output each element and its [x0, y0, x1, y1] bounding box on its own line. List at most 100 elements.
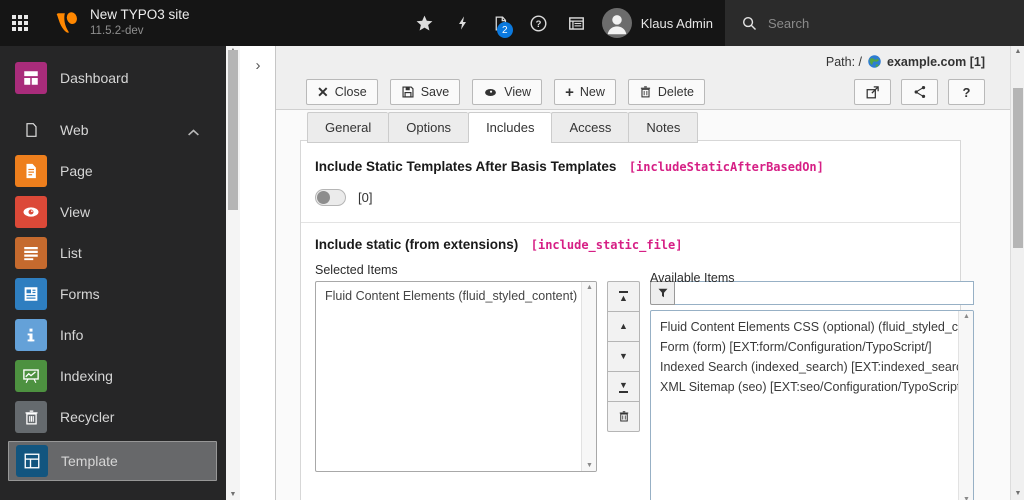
help-button[interactable]: ?: [948, 79, 985, 105]
scrollbar-thumb[interactable]: [228, 50, 238, 210]
svg-text:?: ?: [536, 18, 542, 29]
delete-button[interactable]: Delete: [627, 79, 705, 105]
list-item[interactable]: Indexed Search (indexed_search) [EXT:ind…: [651, 357, 973, 377]
move-to-top-icon: ▲: [619, 290, 628, 303]
list-item[interactable]: Form (form) [EXT:form/Configuration/Typo…: [651, 337, 973, 357]
backend-user-list-icon[interactable]: [558, 0, 596, 46]
view-button[interactable]: View: [472, 79, 543, 105]
template-icon: [16, 445, 48, 477]
save-floppy-icon: [401, 85, 415, 99]
move-to-bottom-icon: ▼: [619, 380, 628, 393]
toggle-value: [0]: [358, 190, 373, 205]
available-items-column: Available Items Fluid Content Elements C…: [650, 271, 974, 500]
share-button[interactable]: [901, 79, 938, 105]
chevron-up-icon[interactable]: [187, 124, 200, 142]
scroll-down-arrow[interactable]: ▼: [959, 496, 973, 500]
tab-notes[interactable]: Notes: [628, 112, 699, 143]
site-title: New TYPO3 site: [90, 7, 190, 23]
sidebar-item-dashboard[interactable]: Dashboard: [0, 58, 226, 98]
open-docs-badge: 2: [496, 22, 513, 38]
module-menu-toggle[interactable]: [0, 0, 40, 46]
clear-cache-bolt-icon[interactable]: [444, 0, 482, 46]
info-icon: [15, 319, 47, 351]
list-item[interactable]: XML Sitemap (seo) [EXT:seo/Configuration…: [651, 377, 973, 397]
available-items-scrollbar[interactable]: ▲ ▼: [958, 311, 973, 500]
avatar: [601, 8, 632, 38]
sidebar-item-page[interactable]: Page: [0, 151, 226, 191]
move-to-bottom-button[interactable]: ▼: [607, 371, 640, 402]
topbar: New TYPO3 site 11.5.2-dev 2 ? Klaus Admi…: [0, 0, 1024, 46]
topbar-search[interactable]: [725, 0, 1024, 46]
move-to-top-button[interactable]: ▲: [607, 281, 640, 312]
typo3-logo[interactable]: [54, 10, 80, 36]
list-icon: [15, 237, 47, 269]
tab-access[interactable]: Access: [551, 112, 629, 143]
sidebar-item-info[interactable]: Info: [0, 315, 226, 355]
sidebar-item-indexing[interactable]: Indexing: [0, 356, 226, 396]
pagetree-collapsed-strip: ›: [240, 46, 276, 500]
view-eye-icon: [15, 196, 47, 228]
content-scrollbar[interactable]: ▲ ▼: [1010, 46, 1024, 500]
search-input[interactable]: [768, 15, 948, 31]
selected-items-list[interactable]: Fluid Content Elements (fluid_styled_con…: [315, 281, 597, 472]
sidebar-item-template[interactable]: Template: [8, 441, 217, 481]
list-item[interactable]: Fluid Content Elements (fluid_styled_con…: [316, 282, 596, 306]
field-code-tag: [include_static_file]: [530, 238, 683, 252]
available-items-list[interactable]: Fluid Content Elements CSS (optional) (f…: [650, 310, 974, 500]
scroll-up-arrow[interactable]: ▲: [582, 284, 596, 291]
sidebar-item-recycler[interactable]: Recycler: [0, 397, 226, 437]
topbar-toolbar: 2 ? Klaus Admin: [406, 0, 1024, 46]
module-menu-scrollbar[interactable]: ▲ ▼: [226, 46, 240, 500]
scroll-up-arrow[interactable]: ▲: [1011, 47, 1024, 57]
bookmark-star-icon[interactable]: [406, 0, 444, 46]
scroll-down-arrow[interactable]: ▼: [226, 490, 240, 500]
toggle-switch[interactable]: [315, 189, 346, 206]
module-menu: Dashboard Web Page View List Forms Info …: [0, 46, 226, 500]
share-icon: [914, 85, 925, 99]
view-eye-icon: [483, 86, 498, 99]
open-in-new-window-button[interactable]: [854, 79, 891, 105]
sidebar-item-list[interactable]: List: [0, 233, 226, 273]
site-info: New TYPO3 site 11.5.2-dev: [90, 7, 190, 38]
remove-item-button[interactable]: [607, 401, 640, 432]
available-items-label: Available Items: [650, 271, 735, 285]
sidebar-item-forms[interactable]: Forms: [0, 274, 226, 314]
field-include-static-file: Include static (from extensions) [includ…: [301, 223, 974, 500]
open-in-new-window-icon: [866, 85, 879, 98]
site-globe-icon: [868, 55, 881, 68]
user-menu[interactable]: Klaus Admin: [601, 8, 713, 38]
field-label: Include static (from extensions): [315, 237, 519, 252]
scrollbar-thumb[interactable]: [1013, 88, 1023, 248]
tabbar: General Options Includes Access Notes: [307, 112, 699, 143]
tab-general[interactable]: General: [307, 112, 389, 143]
selected-items-scrollbar[interactable]: ▲ ▼: [581, 282, 596, 471]
help-icon[interactable]: ?: [520, 0, 558, 46]
move-buttons: ▲ ▲ ▼ ▼: [607, 281, 640, 432]
move-down-icon: ▼: [619, 351, 628, 361]
sidebar-section-web[interactable]: Web: [0, 110, 226, 150]
toggle-knob: [317, 191, 330, 204]
forms-icon: [15, 278, 47, 310]
selected-items-label: Selected Items: [315, 263, 398, 277]
docheader: Path: / example.com [1] ✕ Close Save Vie…: [276, 46, 1010, 110]
sidebar-item-view[interactable]: View: [0, 192, 226, 232]
scroll-down-arrow[interactable]: ▼: [582, 462, 596, 469]
scroll-down-arrow[interactable]: ▼: [1011, 489, 1024, 499]
expand-pagetree-button[interactable]: ›: [247, 54, 269, 76]
scroll-up-arrow[interactable]: ▲: [959, 313, 973, 320]
move-up-button[interactable]: ▲: [607, 311, 640, 342]
field-code-tag: [includeStaticAfterBasedOn]: [628, 160, 824, 174]
tab-options[interactable]: Options: [388, 112, 469, 143]
path-label: Path: /: [825, 54, 863, 69]
tab-includes[interactable]: Includes: [468, 112, 552, 143]
user-name: Klaus Admin: [640, 15, 713, 31]
breadcrumb: Path: / example.com [1]: [826, 54, 985, 69]
new-button[interactable]: + New: [554, 79, 616, 105]
remove-item-icon: [619, 411, 628, 422]
list-item[interactable]: Fluid Content Elements CSS (optional) (f…: [651, 311, 973, 337]
move-down-button[interactable]: ▼: [607, 341, 640, 372]
save-button[interactable]: Save: [389, 79, 461, 105]
close-button[interactable]: ✕ Close: [306, 79, 378, 105]
open-docs-icon[interactable]: 2: [482, 0, 520, 46]
module-body: Path: / example.com [1] ✕ Close Save Vie…: [276, 46, 1010, 500]
